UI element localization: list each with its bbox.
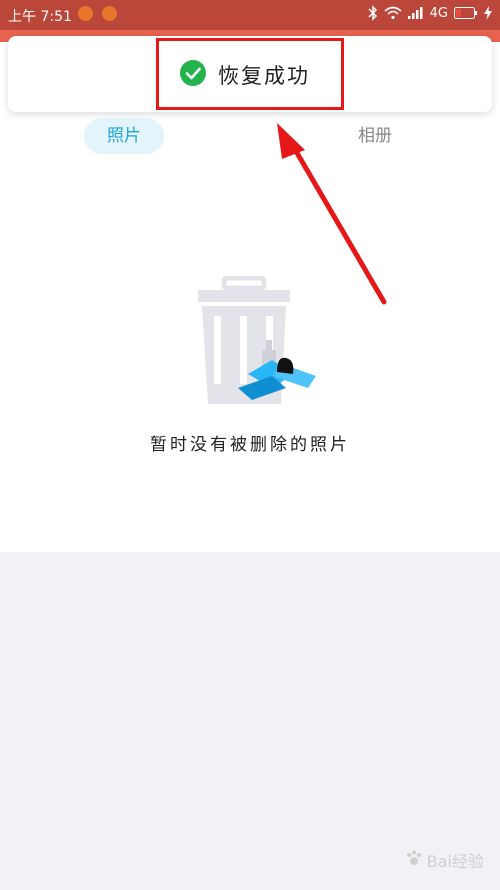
- empty-state-message: 暂时没有被删除的照片: [150, 435, 350, 455]
- watermark: Bai经验: [405, 848, 484, 872]
- trash-bin-icon: [198, 276, 316, 404]
- watermark-text: Bai经验: [426, 852, 484, 871]
- paw-icon: [405, 849, 423, 871]
